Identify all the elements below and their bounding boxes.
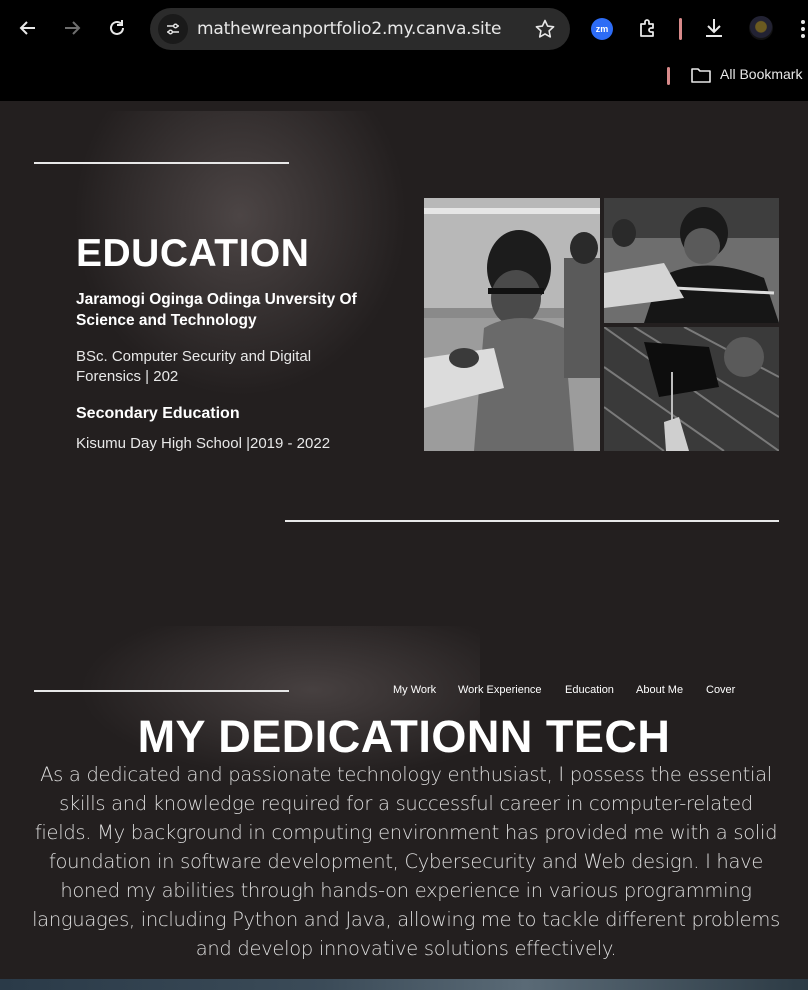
tune-icon	[167, 23, 179, 35]
extensions-puzzle-icon[interactable]	[636, 16, 660, 40]
address-bar[interactable]: mathewreanportfolio2.my.canva.site	[150, 8, 570, 50]
boy-writing-photo	[604, 198, 779, 323]
bookmarks-bar	[0, 60, 808, 101]
nav-link-about-me[interactable]: About Me	[636, 684, 683, 700]
forward-button[interactable]	[58, 14, 86, 42]
dedication-paragraph: As a dedicated and passionate technology…	[32, 763, 780, 960]
profile-avatar[interactable]	[749, 16, 773, 40]
nav-link-cover[interactable]: Cover	[706, 684, 735, 700]
toolbar-divider	[679, 18, 682, 40]
download-icon[interactable]	[702, 16, 726, 40]
education-heading: EDUCATION	[76, 232, 310, 275]
page-content: EDUCATION Jaramogi Oginga Odinga Unversi…	[0, 101, 808, 990]
secondary-heading: Secondary Education	[76, 405, 240, 422]
dedication-heading: MY DEDICATIONN TECH	[137, 711, 671, 762]
reload-button[interactable]	[103, 14, 131, 42]
divider-line	[34, 162, 289, 164]
university-name: Jaramogi Oginga Odinga Unversity Of Scie…	[76, 291, 357, 329]
all-bookmarks-link[interactable]: All Bookmark	[720, 66, 802, 82]
browser-toolbar: mathewreanportfolio2.my.canva.site zm	[0, 0, 808, 60]
graduation-cap-photo	[604, 327, 779, 451]
arrow-left-icon	[19, 21, 35, 35]
bookmark-star-icon[interactable]	[534, 18, 556, 40]
bookmarks-divider	[667, 67, 670, 85]
divider-line	[285, 520, 779, 522]
zoom-extension-icon[interactable]: zm	[591, 18, 613, 40]
zoom-extension-label: zm	[595, 24, 609, 34]
site-info-button[interactable]	[158, 14, 188, 44]
more-menu-icon[interactable]	[797, 18, 808, 40]
nav-link-education[interactable]: Education	[565, 684, 614, 700]
student-writing-photo	[424, 198, 600, 451]
nav-link-my-work[interactable]: My Work	[393, 684, 436, 700]
url-text[interactable]: mathewreanportfolio2.my.canva.site	[197, 19, 501, 39]
degree-text: BSc. Computer Security and Digital Foren…	[76, 348, 312, 385]
back-button[interactable]	[14, 14, 42, 42]
arrow-right-icon	[65, 21, 81, 35]
next-section-preview	[0, 979, 808, 990]
nav-link-work-experience[interactable]: Work Experience	[458, 684, 542, 700]
secondary-school: Kisumu Day High School |2019 - 2022	[76, 435, 331, 452]
divider-line	[34, 690, 289, 692]
folder-icon[interactable]	[690, 65, 712, 85]
reload-icon	[110, 20, 124, 35]
